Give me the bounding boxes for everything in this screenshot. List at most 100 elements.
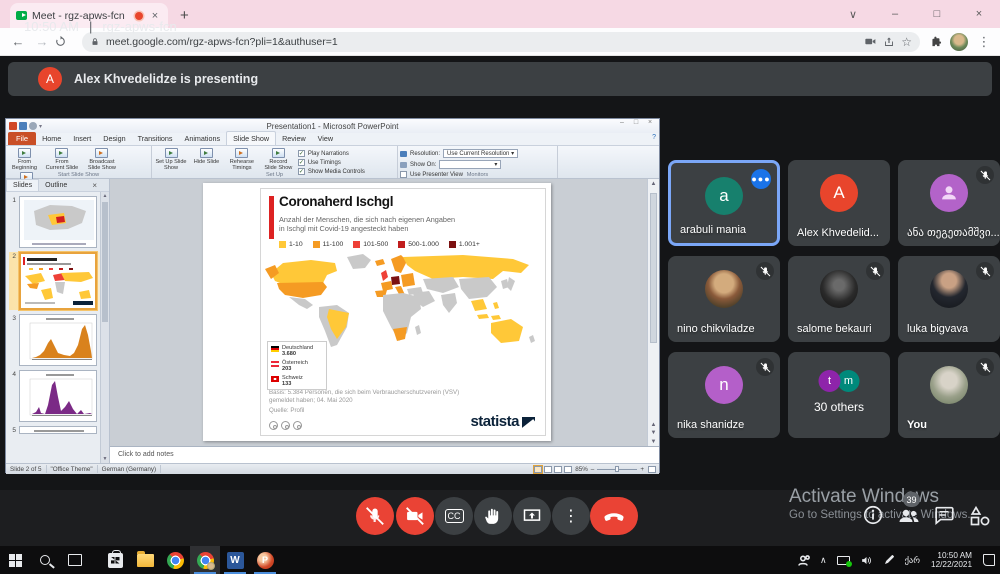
zoom-out-button[interactable]: – xyxy=(591,466,595,473)
camera-in-use-icon[interactable] xyxy=(864,35,877,48)
panel-close-icon[interactable]: × xyxy=(92,181,97,190)
panel-scroll-thumb[interactable] xyxy=(102,202,108,322)
use-timings-checkbox[interactable]: ✓Use Timings xyxy=(298,159,365,166)
help-icon[interactable]: ? xyxy=(652,134,656,141)
present-screen-button[interactable] xyxy=(513,497,551,535)
show-on-dropdown[interactable]: ▾ xyxy=(439,160,501,169)
participant-tile-30-others[interactable]: t m 30 others xyxy=(788,352,890,438)
slide-thumbnail-5[interactable]: 5 xyxy=(9,426,109,434)
forward-button[interactable]: → xyxy=(30,34,54,49)
pen-icon[interactable] xyxy=(883,554,895,566)
file-explorer-icon[interactable] xyxy=(130,546,160,574)
slide-thumbnail-1[interactable]: 1 xyxy=(9,196,109,248)
url-text[interactable]: meet.google.com/rgz-apws-fcn?pli=1&authu… xyxy=(106,36,858,48)
profile-avatar[interactable] xyxy=(950,33,968,51)
tab-transitions[interactable]: Transitions xyxy=(132,132,179,145)
reload-button[interactable] xyxy=(54,35,78,48)
task-view-icon[interactable] xyxy=(60,546,90,574)
participant-tile-ana[interactable]: ანა თეგეთამშვი... xyxy=(898,160,1000,246)
tab-animations[interactable]: Animations xyxy=(179,132,227,145)
microsoft-store-icon[interactable] xyxy=(100,546,130,574)
ppt-close-button[interactable]: × xyxy=(643,119,657,126)
slides-tab[interactable]: Slides xyxy=(6,179,39,191)
tab-review[interactable]: Review xyxy=(276,132,312,145)
from-beginning-button[interactable]: From Beginning xyxy=(8,148,41,171)
participants-panel-icon[interactable] xyxy=(897,504,921,528)
more-options-kebab-button[interactable]: ⋮ xyxy=(552,497,590,535)
tab-home[interactable]: Home xyxy=(36,132,67,145)
raise-hand-button[interactable] xyxy=(474,497,512,535)
volume-icon[interactable] xyxy=(860,554,873,567)
browser-menu-kebab-icon[interactable]: ⋮ xyxy=(972,34,996,50)
outline-tab[interactable]: Outline xyxy=(39,180,73,191)
slide-thumbnail-3[interactable]: 3 xyxy=(9,314,109,366)
resolution-dropdown[interactable]: Use Current Resolution ▾ xyxy=(443,149,518,158)
tray-people-icon[interactable] xyxy=(797,554,810,567)
new-tab-button[interactable]: + xyxy=(180,7,189,24)
status-language[interactable]: German (Germany) xyxy=(98,465,162,473)
powerpoint-taskbar-icon[interactable]: P xyxy=(250,546,280,574)
record-slide-show-button[interactable]: Record Slide Show xyxy=(263,148,293,171)
taskbar-clock[interactable]: 10:50 AM 12/22/2021 xyxy=(931,551,972,570)
hide-slide-button[interactable]: Hide Slide xyxy=(192,148,220,165)
start-button[interactable] xyxy=(0,546,30,574)
network-display-icon[interactable] xyxy=(837,556,850,565)
bookmark-star-icon[interactable]: ☆ xyxy=(901,35,912,49)
tab-file[interactable]: File xyxy=(8,132,36,145)
window-minimize-button[interactable]: – xyxy=(874,8,916,20)
mic-toggle-button[interactable] xyxy=(356,497,394,535)
chrome-active-icon[interactable] xyxy=(190,546,220,574)
slideshow-view-button[interactable] xyxy=(564,466,572,473)
set-up-slide-show-button[interactable]: Set Up Slide Show xyxy=(154,148,188,171)
tab-view[interactable]: View xyxy=(312,132,339,145)
window-close-button[interactable]: × xyxy=(958,8,1000,20)
slide-thumbnail-4[interactable]: 4 xyxy=(9,370,109,422)
chat-panel-icon[interactable] xyxy=(933,504,955,526)
participant-tile-luka[interactable]: luka bigvava xyxy=(898,256,1000,342)
camera-toggle-button[interactable] xyxy=(396,497,434,535)
broadcast-slide-show-button[interactable]: Broadcast Slide Show xyxy=(83,148,121,171)
action-center-icon[interactable] xyxy=(983,554,995,566)
word-icon[interactable]: W xyxy=(220,546,250,574)
tab-insert[interactable]: Insert xyxy=(67,132,97,145)
normal-view-button[interactable] xyxy=(534,466,542,473)
participant-tile-you[interactable]: You xyxy=(898,352,1000,438)
slide-sorter-view-button[interactable] xyxy=(544,466,552,473)
meeting-details-info-icon[interactable] xyxy=(862,504,884,526)
previous-slide-button[interactable]: ▲ xyxy=(648,422,659,428)
back-button[interactable]: ← xyxy=(6,34,30,49)
zoom-slider[interactable] xyxy=(597,469,637,470)
address-bar[interactable]: meet.google.com/rgz-apws-fcn?pli=1&authu… xyxy=(82,32,920,52)
tab-slide-show[interactable]: Slide Show xyxy=(226,131,276,145)
from-current-slide-button[interactable]: From Current Slide xyxy=(45,148,78,171)
zoom-in-button[interactable]: + xyxy=(640,466,644,473)
panel-scrollbar[interactable]: ▲ ▼ xyxy=(100,192,109,463)
captions-button[interactable]: CC xyxy=(435,497,473,535)
slide-canvas[interactable]: Coronaherd Ischgl Anzahl der Menschen, d… xyxy=(203,183,551,441)
tab-search-chevron-icon[interactable]: ∨ xyxy=(832,8,874,21)
slide-thumbnail-2-selected[interactable]: 2 xyxy=(9,252,109,310)
participant-tile-salome[interactable]: salome bekauri xyxy=(788,256,890,342)
fit-to-window-button[interactable] xyxy=(648,466,656,473)
extensions-puzzle-icon[interactable] xyxy=(930,35,943,48)
play-narrations-checkbox[interactable]: ✓Play Narrations xyxy=(298,150,365,157)
participant-tile-nika[interactable]: n nika shanidze xyxy=(668,352,780,438)
tab-design[interactable]: Design xyxy=(97,132,131,145)
window-maximize-button[interactable]: □ xyxy=(916,8,958,20)
tile-options-kebab-icon[interactable]: ●●● xyxy=(751,169,771,189)
tray-chevron-up-icon[interactable]: ∧ xyxy=(820,555,827,566)
participant-tile-alex[interactable]: A Alex Khvedelid... xyxy=(788,160,890,246)
activities-icon[interactable] xyxy=(968,504,992,528)
chrome-icon[interactable] xyxy=(160,546,190,574)
leave-call-button[interactable] xyxy=(590,497,638,535)
reading-view-button[interactable] xyxy=(554,466,562,473)
scroll-thumb[interactable] xyxy=(650,193,657,343)
language-indicator[interactable]: ქარ xyxy=(905,555,920,566)
taskbar-search-icon[interactable] xyxy=(30,546,60,574)
ppt-maximize-button[interactable]: □ xyxy=(629,119,643,126)
participant-tile-arabuli-mania[interactable]: a ●●● arabuli mania xyxy=(668,160,780,246)
next-slide-button[interactable]: ▼ xyxy=(648,430,659,436)
ppt-minimize-button[interactable]: – xyxy=(615,119,629,126)
rehearse-timings-button[interactable]: Rehearse Timings xyxy=(225,148,259,171)
notes-pane[interactable]: Click to add notes xyxy=(110,446,659,463)
